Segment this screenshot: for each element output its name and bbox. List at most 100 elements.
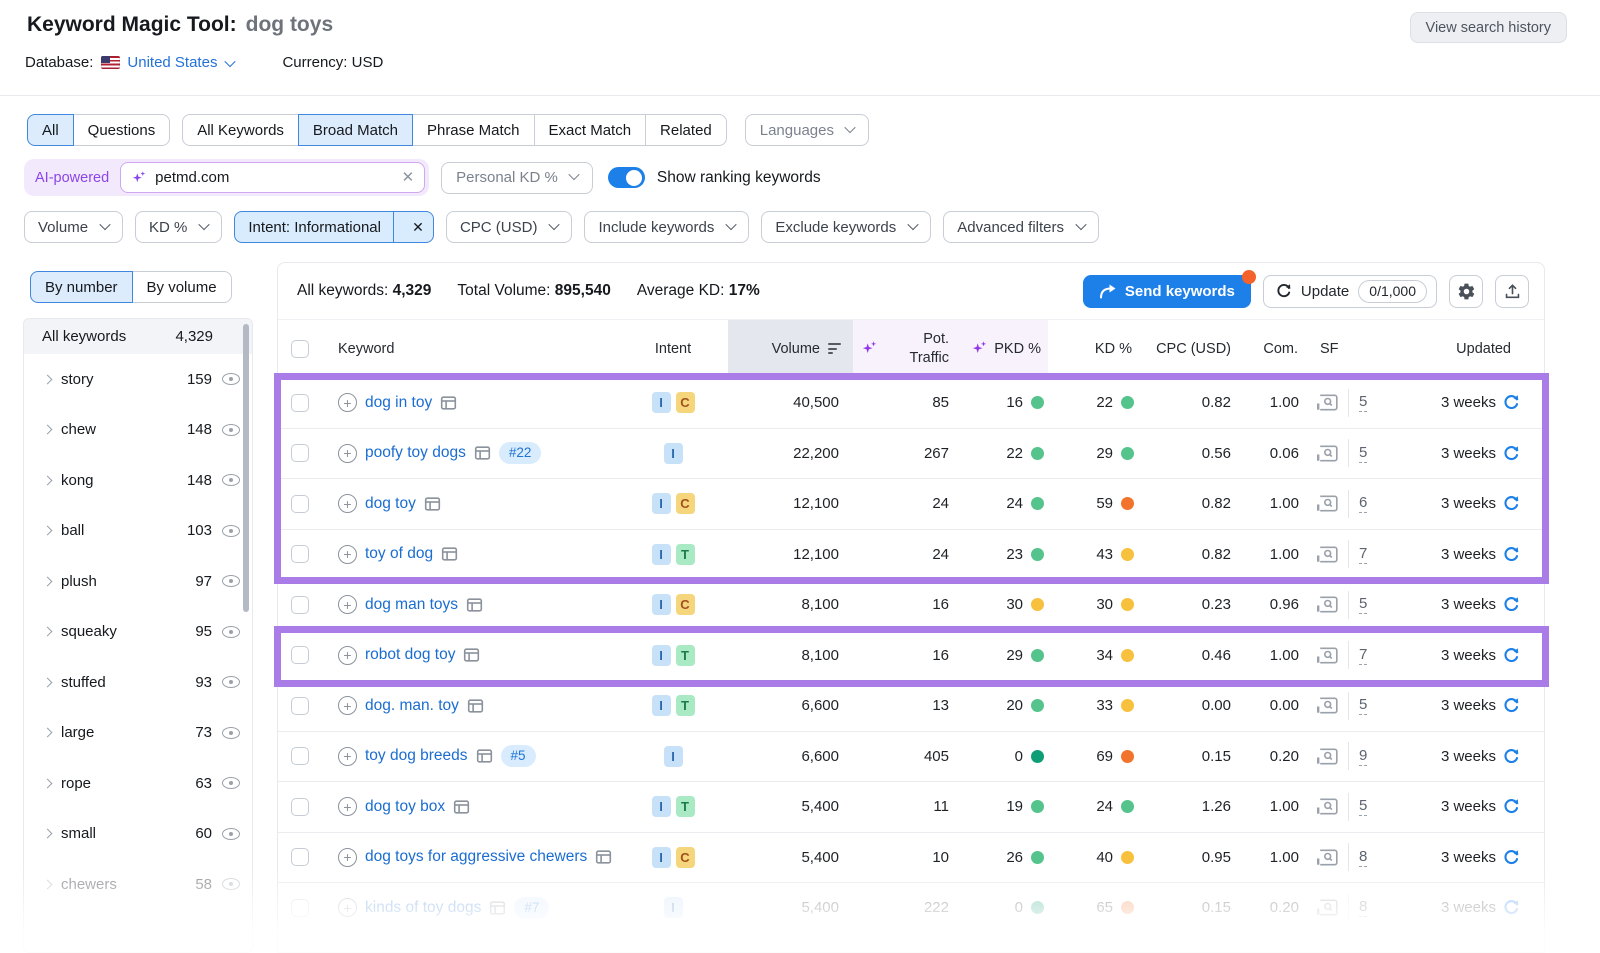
refresh-icon[interactable] xyxy=(1503,748,1520,765)
domain-input-wrap[interactable]: ✕ xyxy=(120,162,425,193)
filter-exclude-keywords[interactable]: Exclude keywords xyxy=(761,211,931,243)
sidebar-group-kong[interactable]: kong148 xyxy=(24,455,252,506)
intent-badge-i[interactable]: I xyxy=(652,392,671,413)
intent-badge-t[interactable]: T xyxy=(676,796,695,817)
sf-count-link[interactable]: 9 xyxy=(1359,747,1367,766)
row-checkbox[interactable] xyxy=(291,545,309,563)
eye-icon[interactable] xyxy=(222,525,240,537)
sidebar-group-stuffed[interactable]: stuffed93 xyxy=(24,657,252,708)
intent-badge-i[interactable]: I xyxy=(652,695,671,716)
sf-count-link[interactable]: 7 xyxy=(1359,545,1367,564)
row-checkbox[interactable] xyxy=(291,444,309,462)
refresh-icon[interactable] xyxy=(1503,445,1520,462)
refresh-icon[interactable] xyxy=(1503,798,1520,815)
add-keyword-icon[interactable]: + xyxy=(338,545,357,564)
serp-window-icon[interactable] xyxy=(440,395,457,411)
show-ranking-keywords-toggle[interactable] xyxy=(608,167,645,188)
add-keyword-icon[interactable]: + xyxy=(338,393,357,412)
serp-magnifier-icon[interactable] xyxy=(1317,596,1338,613)
serp-magnifier-icon[interactable] xyxy=(1317,394,1338,411)
keyword-link[interactable]: robot dog toy xyxy=(365,646,455,664)
row-checkbox[interactable] xyxy=(291,697,309,715)
eye-icon[interactable] xyxy=(222,575,240,587)
domain-input[interactable] xyxy=(155,169,393,186)
serp-magnifier-icon[interactable] xyxy=(1317,495,1338,512)
add-keyword-icon[interactable]: + xyxy=(338,444,357,463)
intent-badge-i[interactable]: I xyxy=(652,544,671,565)
refresh-icon[interactable] xyxy=(1503,546,1520,563)
intent-badge-i[interactable]: I xyxy=(664,897,683,918)
refresh-icon[interactable] xyxy=(1503,647,1520,664)
intent-badge-t[interactable]: T xyxy=(676,645,695,666)
serp-window-icon[interactable] xyxy=(441,546,458,562)
tab-all[interactable]: All xyxy=(27,114,74,146)
eye-icon[interactable] xyxy=(222,676,240,688)
sidebar-group-large[interactable]: large73 xyxy=(24,708,252,759)
column-volume[interactable]: Volume xyxy=(728,320,853,377)
database-select[interactable]: United States xyxy=(127,54,234,71)
refresh-icon[interactable] xyxy=(1503,394,1520,411)
serp-window-icon[interactable] xyxy=(466,597,483,613)
keyword-link[interactable]: poofy toy dogs xyxy=(365,444,466,462)
intent-badge-i[interactable]: I xyxy=(664,746,683,767)
tab-all-keywords[interactable]: All Keywords xyxy=(182,114,299,146)
intent-badge-i[interactable]: I xyxy=(652,796,671,817)
filter-cpc-usd-[interactable]: CPC (USD) xyxy=(446,211,573,243)
column-cpc[interactable]: CPC (USD) xyxy=(1138,320,1233,377)
row-checkbox[interactable] xyxy=(291,798,309,816)
row-checkbox[interactable] xyxy=(291,495,309,513)
languages-dropdown[interactable]: Languages xyxy=(745,114,869,146)
settings-button[interactable] xyxy=(1449,275,1483,308)
keyword-link[interactable]: dog man toys xyxy=(365,596,458,614)
tab-phrase-match[interactable]: Phrase Match xyxy=(412,114,535,146)
refresh-icon[interactable] xyxy=(1503,596,1520,613)
filter-advanced-filters[interactable]: Advanced filters xyxy=(943,211,1099,243)
sf-count-link[interactable]: 8 xyxy=(1359,898,1367,917)
tab-broad-match[interactable]: Broad Match xyxy=(298,114,413,146)
export-button[interactable] xyxy=(1495,275,1529,308)
add-keyword-icon[interactable]: + xyxy=(338,848,357,867)
filter-include-keywords[interactable]: Include keywords xyxy=(584,211,749,243)
eye-icon[interactable] xyxy=(222,424,240,436)
sidebar-group-small[interactable]: small60 xyxy=(24,809,252,860)
eye-icon[interactable] xyxy=(222,727,240,739)
ranking-position-badge[interactable]: #5 xyxy=(501,745,536,767)
tab-questions[interactable]: Questions xyxy=(73,114,171,146)
intent-badge-t[interactable]: T xyxy=(676,544,695,565)
remove-filter-icon[interactable]: ✕ xyxy=(403,212,433,243)
view-search-history-button[interactable]: View search history xyxy=(1410,12,1567,43)
clear-input-icon[interactable]: ✕ xyxy=(402,170,415,185)
intent-badge-t[interactable]: T xyxy=(676,695,695,716)
column-pkd[interactable]: PKD % xyxy=(953,320,1048,377)
serp-window-icon[interactable] xyxy=(453,799,470,815)
intent-badge-c[interactable]: C xyxy=(676,392,695,413)
refresh-icon[interactable] xyxy=(1503,899,1520,916)
eye-icon[interactable] xyxy=(222,878,240,890)
sidebar-group-chewers[interactable]: chewers58 xyxy=(24,859,252,910)
row-checkbox[interactable] xyxy=(291,747,309,765)
filter-volume[interactable]: Volume xyxy=(24,211,123,243)
sidebar-group-ball[interactable]: ball103 xyxy=(24,506,252,557)
serp-window-icon[interactable] xyxy=(463,647,480,663)
eye-icon[interactable] xyxy=(222,777,240,789)
intent-badge-c[interactable]: C xyxy=(676,847,695,868)
row-checkbox[interactable] xyxy=(291,848,309,866)
row-checkbox[interactable] xyxy=(291,394,309,412)
intent-badge-i[interactable]: I xyxy=(664,443,683,464)
sf-count-link[interactable]: 5 xyxy=(1359,595,1367,614)
sidebar-tab-by-volume[interactable]: By volume xyxy=(132,271,232,303)
sf-count-link[interactable]: 5 xyxy=(1359,797,1367,816)
update-button[interactable]: Update 0/1,000 xyxy=(1263,275,1437,308)
ranking-position-badge[interactable]: #22 xyxy=(499,442,542,464)
eye-icon[interactable] xyxy=(222,828,240,840)
serp-window-icon[interactable] xyxy=(489,900,506,916)
serp-window-icon[interactable] xyxy=(476,748,493,764)
keyword-link[interactable]: dog toys for aggressive chewers xyxy=(365,848,587,866)
sf-count-link[interactable]: 5 xyxy=(1359,444,1367,463)
add-keyword-icon[interactable]: + xyxy=(338,898,357,917)
keyword-link[interactable]: dog toy box xyxy=(365,798,445,816)
tab-related[interactable]: Related xyxy=(645,114,727,146)
keyword-link[interactable]: dog. man. toy xyxy=(365,697,459,715)
sf-count-link[interactable]: 7 xyxy=(1359,646,1367,665)
serp-magnifier-icon[interactable] xyxy=(1317,647,1338,664)
